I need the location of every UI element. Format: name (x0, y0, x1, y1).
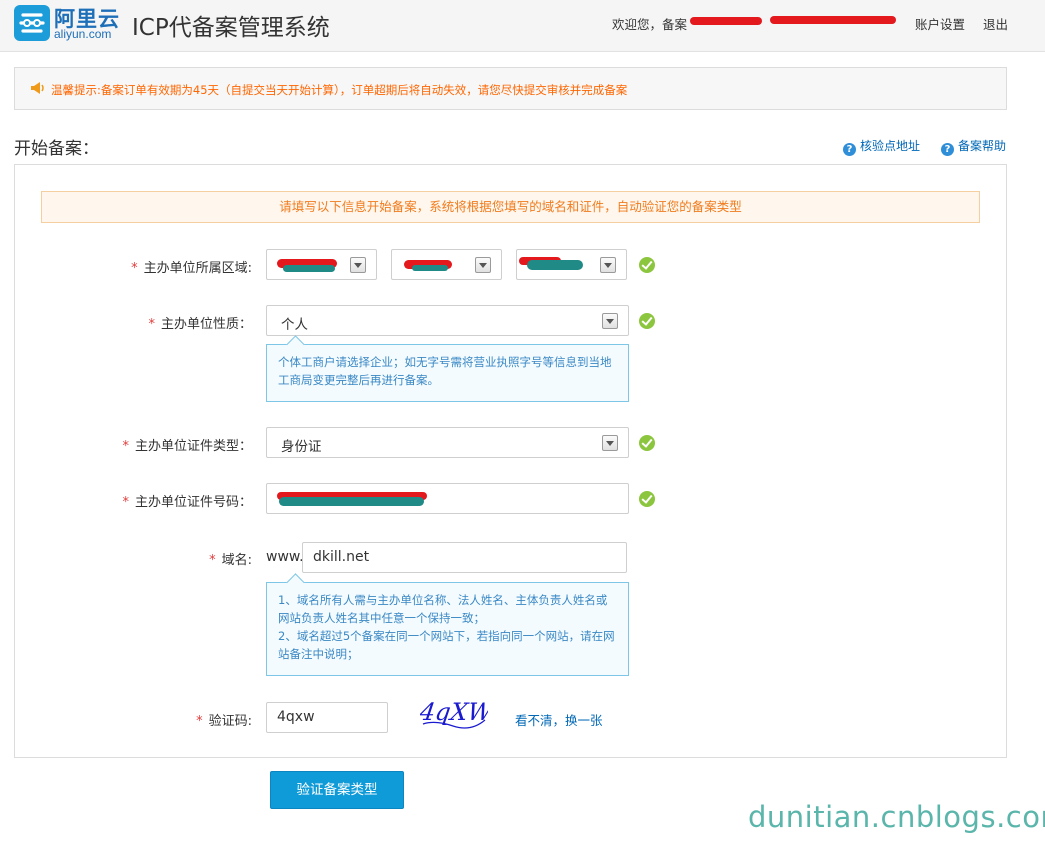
chevron-down-icon (600, 257, 616, 273)
cert-number-label: * 主办单位证件号码： (122, 495, 252, 510)
chevron-down-icon (602, 435, 618, 451)
captcha-image[interactable]: 4qXW (420, 698, 488, 734)
tip-bar: 温馨提示:备案订单有效期为45天（自提交当天开始计算），订单超期后将自动失效，请… (14, 67, 1007, 110)
check-icon (639, 491, 655, 507)
check-icon (639, 313, 655, 329)
chevron-down-icon (350, 257, 366, 273)
speaker-icon (31, 82, 44, 94)
redaction-mark (770, 16, 896, 24)
filing-help-link[interactable]: ? 备案帮助 (941, 137, 1006, 156)
region-label: * 主办单位所属区域: (131, 261, 252, 276)
redaction-mark (412, 265, 448, 271)
verify-address-label: 核验点地址 (860, 139, 921, 153)
check-icon (639, 435, 655, 451)
logout-link[interactable]: 退出 (983, 14, 1008, 33)
redaction-mark (279, 497, 424, 506)
cert-type-value: 身份证 (281, 439, 322, 455)
nature-label: * 主办单位性质： (148, 317, 252, 332)
cert-type-select[interactable]: 身份证 (266, 427, 629, 458)
question-icon: ? (941, 143, 954, 156)
top-header: 阿里云 aliyun.com ICP代备案管理系统 欢迎您，备案 账户设置 退出 (0, 0, 1045, 52)
watermark-text: dunitian.cnblogs.com (748, 800, 1045, 834)
nature-hint: 个体工商户请选择企业；如无字号需将营业执照字号等信息到当地工商局变更完整后再进行… (266, 344, 629, 402)
nature-select[interactable]: 个人 (266, 305, 629, 336)
aliyun-logo-icon[interactable] (14, 5, 50, 41)
check-icon (639, 257, 655, 273)
captcha-image-text: 4qXW (420, 698, 488, 726)
chevron-down-icon (602, 313, 618, 329)
domain-hint-line-2: 2、域名超过5个备案在同一个网站下，若指向同一个网站，请在网站备注中说明； (278, 629, 615, 661)
domain-prefix: www. (266, 549, 304, 565)
system-title: ICP代备案管理系统 (132, 15, 330, 41)
domain-hint-line-1: 1、域名所有人需与主办单位名称、法人姓名、主体负责人姓名或网站负责人姓名其中任意… (278, 593, 608, 625)
page-title: 开始备案： (14, 139, 99, 159)
question-icon: ? (843, 143, 856, 156)
refresh-captcha-link[interactable]: 看不清，换一张 (515, 710, 603, 729)
verify-type-button[interactable]: 验证备案类型 (270, 771, 404, 809)
redaction-mark (690, 17, 762, 25)
cert-type-label: * 主办单位证件类型： (122, 439, 252, 454)
captcha-input[interactable]: 4qxw (266, 702, 388, 733)
nature-value: 个人 (281, 317, 308, 333)
form-notice: 请填写以下信息开始备案，系统将根据您填写的域名和证件，自动验证您的备案类型 (41, 191, 980, 223)
domain-input[interactable]: dkill.net (302, 542, 627, 573)
redaction-mark (527, 260, 583, 270)
city-select[interactable] (391, 249, 502, 280)
redaction-mark (283, 265, 335, 272)
domain-hint: 1、域名所有人需与主办单位名称、法人姓名、主体负责人姓名或网站负责人姓名其中任意… (266, 582, 629, 676)
tip-text: 温馨提示:备案订单有效期为45天（自提交当天开始计算），订单超期后将自动失效，请… (51, 83, 628, 97)
verify-address-link[interactable]: ? 核验点地址 (843, 137, 920, 156)
captcha-label: * 验证码: (196, 714, 252, 729)
cert-number-input[interactable] (266, 483, 629, 514)
account-settings-link[interactable]: 账户设置 (915, 14, 965, 33)
chevron-down-icon (475, 257, 491, 273)
domain-label: * 域名: (209, 553, 252, 568)
logo-domain: aliyun.com (54, 27, 112, 41)
filing-help-label: 备案帮助 (958, 139, 1007, 153)
district-select[interactable] (516, 249, 627, 280)
welcome-text: 欢迎您，备案 (612, 17, 688, 32)
province-select[interactable] (266, 249, 377, 280)
